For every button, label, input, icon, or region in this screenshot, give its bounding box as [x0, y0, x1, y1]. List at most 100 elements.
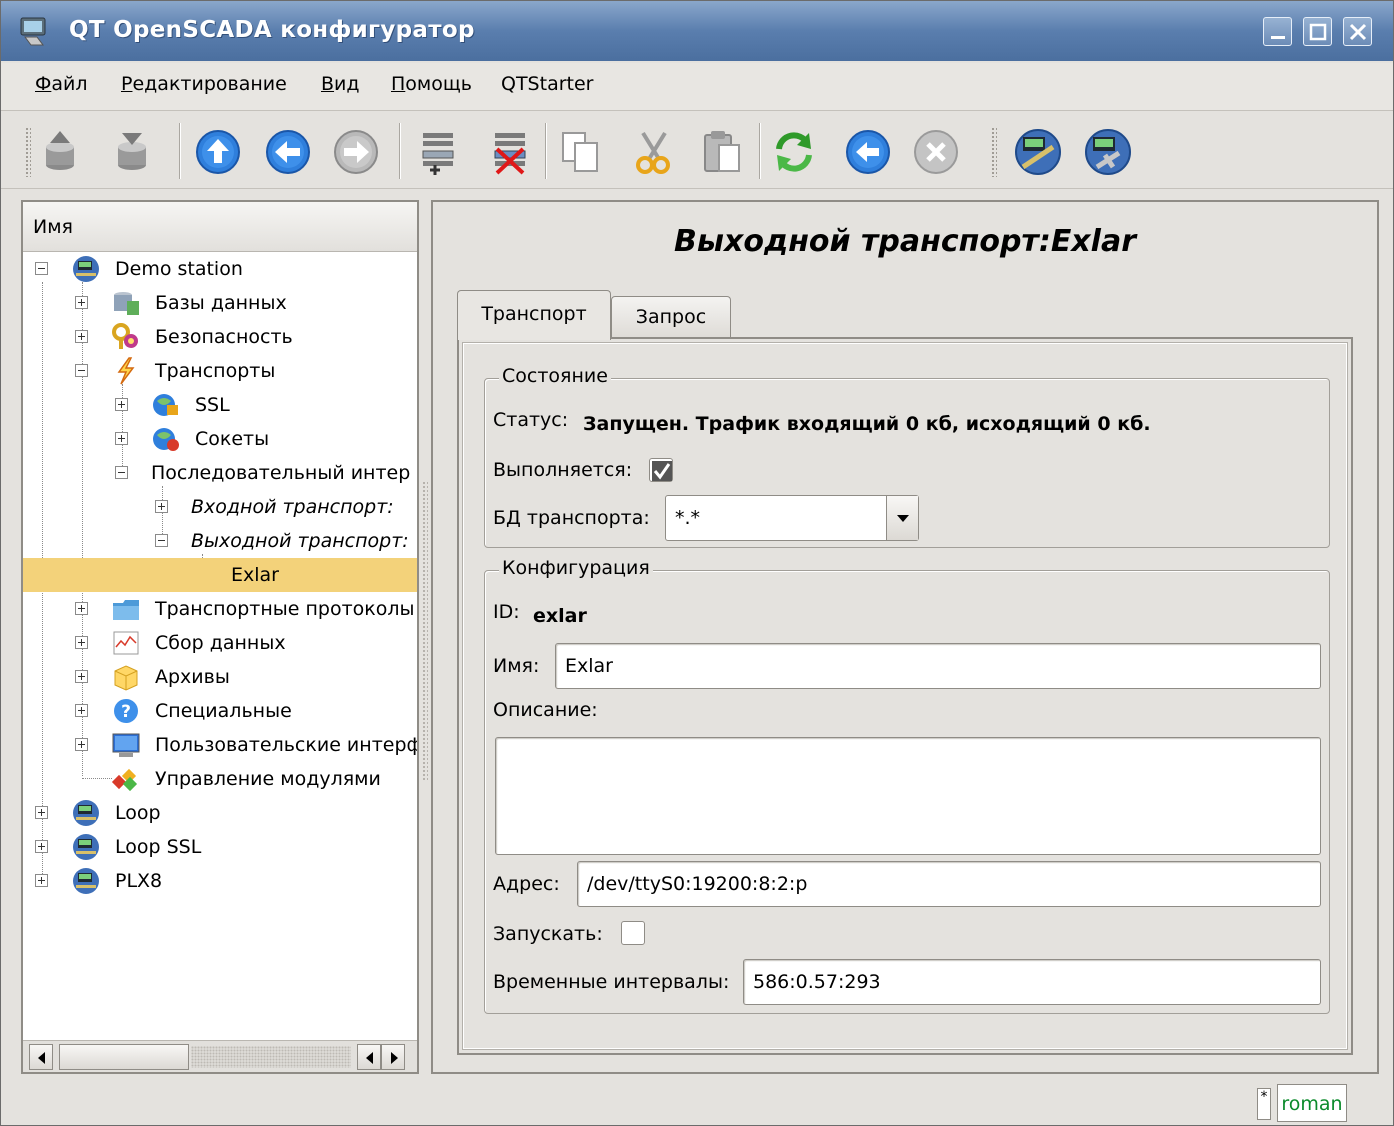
scroll-right-button[interactable] [381, 1044, 405, 1070]
expand-icon[interactable] [75, 636, 88, 649]
tree-node-ssl[interactable]: SSL [23, 388, 417, 422]
expand-icon[interactable] [75, 704, 88, 717]
tree-node-ui[interactable]: Пользовательские интерф [23, 728, 417, 762]
status-value: Запущен. Трафик входящий 0 кб, исходящий… [583, 413, 1151, 435]
tree-node-sockets[interactable]: Сокеты [23, 422, 417, 456]
tree-node-transports[interactable]: Транспорты [23, 354, 417, 388]
menu-view[interactable]: Вид [321, 73, 360, 95]
timeouts-field[interactable]: 586:0.57:293 [743, 959, 1321, 1005]
tree-node-loop[interactable]: Loop [23, 796, 417, 830]
expand-icon[interactable] [155, 500, 168, 513]
address-field[interactable]: /dev/ttyS0:19200:8:2:p [577, 861, 1321, 907]
scroll-left-button[interactable] [29, 1044, 53, 1070]
tree-node-databases[interactable]: Базы данных [23, 286, 417, 320]
db-save-button[interactable] [107, 127, 157, 177]
expand-icon[interactable] [115, 398, 128, 411]
panel-splitter[interactable] [422, 481, 428, 781]
tree-node-modules[interactable]: Управление модулями [23, 762, 417, 796]
running-checkbox[interactable] [649, 458, 673, 482]
dropdown-button[interactable] [886, 496, 918, 540]
tree-node-exlar[interactable]: Exlar [23, 558, 417, 592]
forward-button[interactable] [331, 127, 381, 177]
expand-icon[interactable] [75, 602, 88, 615]
scroll-thumb[interactable] [59, 1044, 189, 1070]
tree-node-daq[interactable]: Сбор данных [23, 626, 417, 660]
db-load-button[interactable] [35, 127, 85, 177]
db-select-value: *.* [675, 507, 701, 529]
expand-icon[interactable] [75, 738, 88, 751]
paste-button[interactable] [697, 127, 747, 177]
station-config-button[interactable] [1083, 127, 1133, 177]
toolbar-grip[interactable] [25, 127, 31, 177]
tree-node-demo-station[interactable]: Demo station [23, 252, 417, 286]
expand-icon[interactable] [75, 330, 88, 343]
add-item-icon [422, 133, 454, 175]
collapse-icon[interactable] [155, 534, 168, 547]
copy-button[interactable] [555, 127, 605, 177]
tree-node-input-transport[interactable]: Входной транспорт: [23, 490, 417, 524]
paste-icon [704, 131, 740, 172]
stop-button[interactable] [911, 127, 961, 177]
expand-icon[interactable] [75, 296, 88, 309]
expand-icon[interactable] [75, 670, 88, 683]
up-button[interactable] [193, 127, 243, 177]
collapse-icon[interactable] [115, 466, 128, 479]
cut-button[interactable] [629, 127, 679, 177]
description-field[interactable] [495, 737, 1321, 855]
back-button[interactable] [263, 127, 313, 177]
tree-node-security[interactable]: Безопасность [23, 320, 417, 354]
tree-node-serial[interactable]: Последовательный интер [23, 456, 417, 490]
start-checkbox[interactable] [621, 921, 645, 945]
user-indicator[interactable]: roman [1277, 1084, 1347, 1122]
menu-edit[interactable]: Редактирование [121, 73, 287, 95]
tree-node-label: Пользовательские интерф [155, 734, 417, 756]
tree-node-special[interactable]: ? Специальные [23, 694, 417, 728]
tree-node-plx8[interactable]: PLX8 [23, 864, 417, 898]
menu-help[interactable]: Помощь [391, 73, 472, 95]
tree-node-archives[interactable]: Архивы [23, 660, 417, 694]
close-button[interactable] [1343, 17, 1372, 46]
menu-file[interactable]: Файл [35, 73, 88, 95]
name-field[interactable]: Exlar [555, 643, 1321, 689]
arrow-right-icon [391, 1052, 398, 1064]
expand-icon[interactable] [35, 840, 48, 853]
security-icon [112, 323, 138, 349]
collapse-icon[interactable] [35, 262, 48, 275]
title-bar[interactable]: QT OpenSCADA конфигуратор [1, 1, 1393, 61]
db-select[interactable]: *.* [665, 495, 919, 541]
scroll-track[interactable] [191, 1046, 351, 1068]
expand-icon[interactable] [35, 874, 48, 887]
collapse-icon[interactable] [75, 364, 88, 377]
refresh-button[interactable] [769, 127, 819, 177]
scroll-left-button-2[interactable] [357, 1044, 381, 1070]
start-button[interactable] [843, 127, 893, 177]
arrow-left-icon [38, 1052, 45, 1064]
state-group: Состояние Статус: Запущен. Трафик входящ… [484, 365, 1330, 548]
minimize-button[interactable] [1263, 17, 1292, 46]
navigation-tree[interactable]: Имя Demo station Базы данных Безопасност… [21, 200, 419, 1074]
tree-node-label: Сокеты [195, 428, 270, 450]
add-item-button[interactable] [413, 127, 463, 177]
expand-icon[interactable] [35, 806, 48, 819]
tree-node-output-transport[interactable]: Выходной транспорт: [23, 524, 417, 558]
id-label: ID: [493, 601, 520, 623]
back-icon [266, 130, 310, 174]
timeouts-label: Временные интервалы: [493, 971, 730, 993]
toolbar-grip[interactable] [991, 127, 997, 177]
horizontal-scrollbar[interactable] [23, 1040, 417, 1072]
page-title: Выходной транспорт:Exlar [674, 224, 1136, 259]
tab-transport[interactable]: Транспорт [457, 290, 611, 340]
tree-node-loop-ssl[interactable]: Loop SSL [23, 830, 417, 864]
db-save-icon [118, 133, 146, 170]
expand-icon[interactable] [115, 432, 128, 445]
tab-request[interactable]: Запрос [611, 296, 731, 338]
station-button[interactable] [1013, 127, 1063, 177]
up-icon [196, 130, 240, 174]
menu-qtstarter[interactable]: QTStarter [501, 73, 593, 95]
maximize-button[interactable] [1303, 17, 1332, 46]
delete-item-button[interactable] [485, 127, 535, 177]
tree-header-label: Имя [33, 216, 73, 238]
tree-header[interactable]: Имя [23, 202, 417, 252]
name-label: Имя: [493, 655, 540, 677]
tree-node-protocols[interactable]: Транспортные протоколы [23, 592, 417, 626]
